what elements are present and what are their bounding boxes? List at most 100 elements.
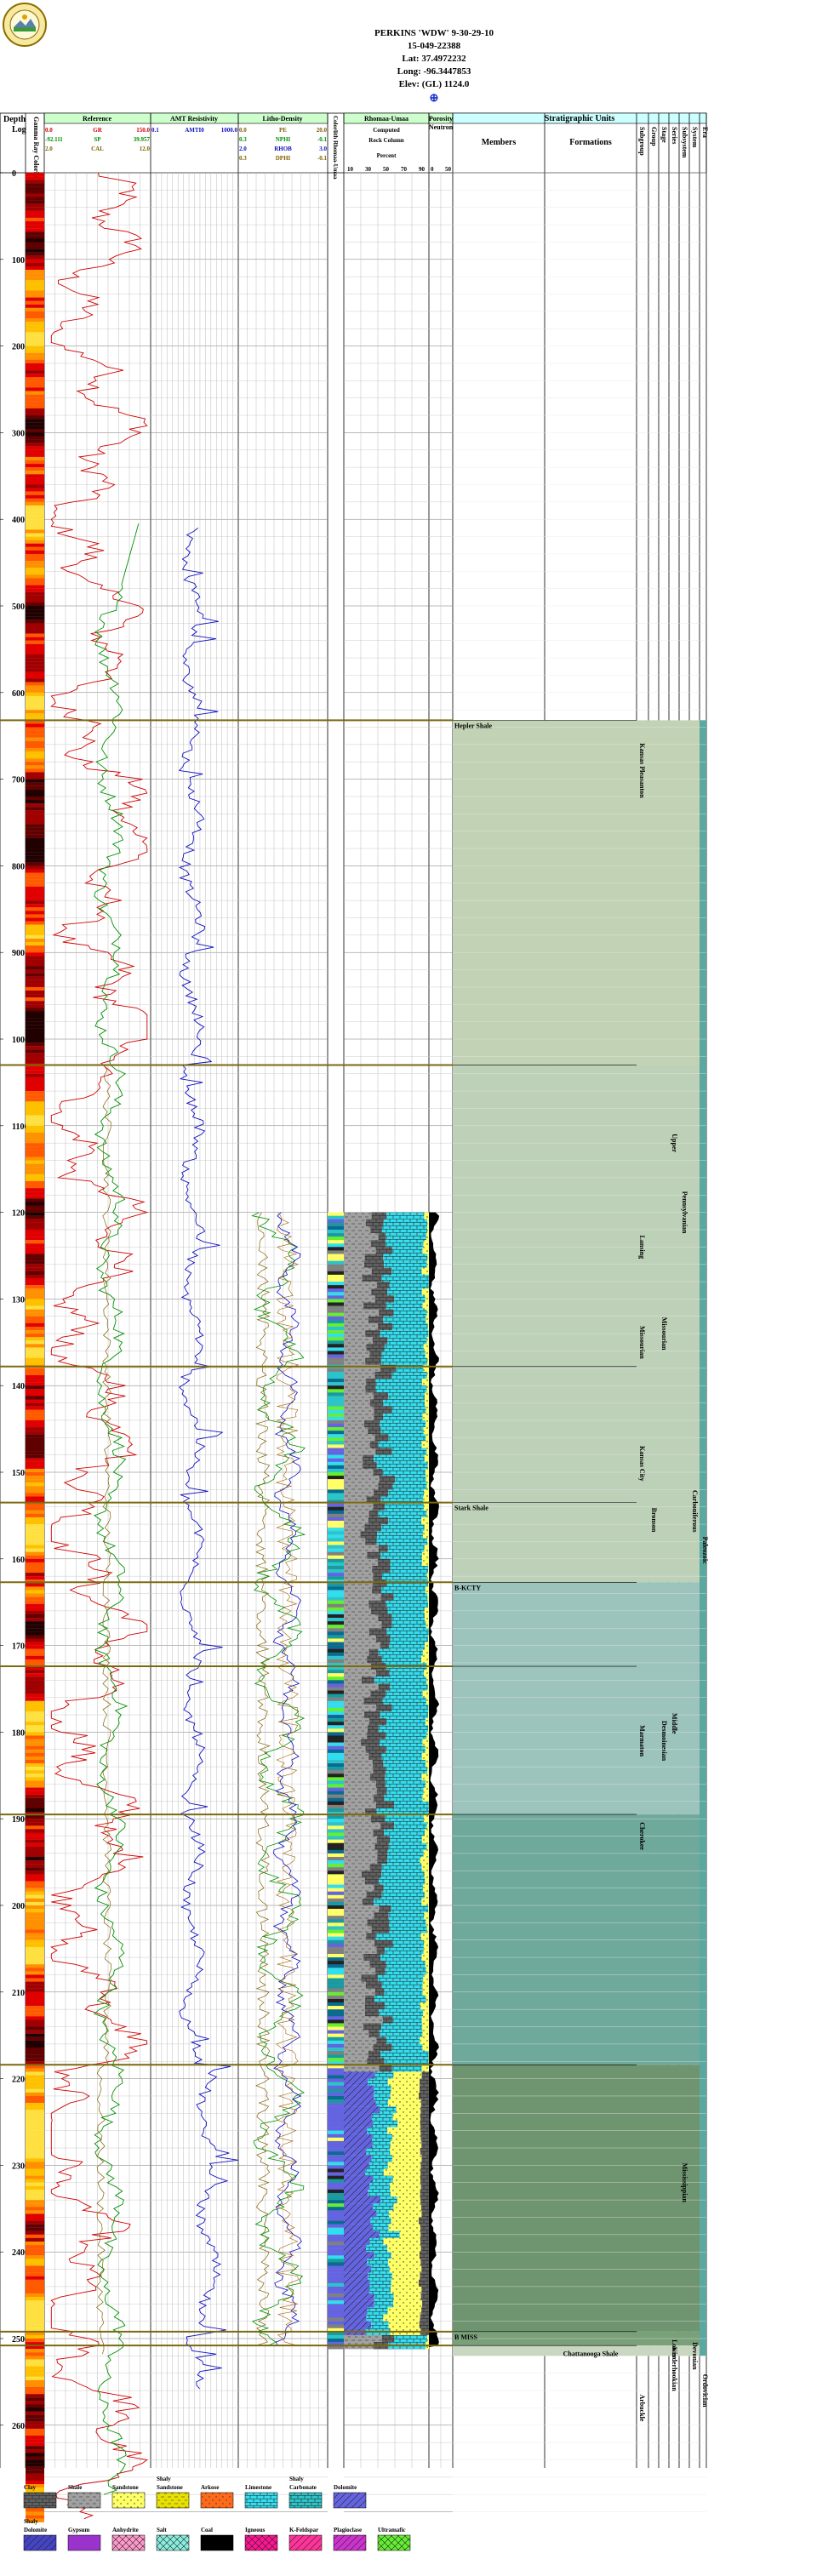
rock-column-segment — [421, 2140, 429, 2149]
rock-column-segment — [344, 1565, 373, 1574]
colorlith-rhomaa-band — [328, 2009, 344, 2013]
gamma-colorlith-band — [26, 2140, 44, 2145]
rock-column-segment — [387, 2245, 421, 2253]
gamma-colorlith-band — [26, 1277, 44, 1282]
gamma-colorlith-band — [26, 221, 44, 226]
colorlith-rhomaa-band — [328, 1825, 344, 1830]
gamma-colorlith-band — [26, 1260, 44, 1265]
gamma-colorlith-band — [26, 1524, 44, 1528]
gamma-colorlith-band — [26, 1767, 44, 1771]
gamma-colorlith-band — [26, 404, 44, 409]
litho-scale-right: 3.0 — [319, 146, 327, 152]
gamma-colorlith-band — [26, 1815, 44, 1819]
colorlith-rhomaa-band — [328, 1964, 344, 1968]
strat-zone — [453, 1582, 706, 1815]
rock-column-segment — [425, 1614, 429, 1622]
rock-column-segment — [427, 1357, 429, 1365]
rock-column-segment — [381, 1891, 425, 1899]
gamma-colorlith-band — [26, 2078, 44, 2082]
rock-column-segment — [420, 2099, 429, 2107]
rock-column-segment — [361, 1676, 374, 1684]
gamma-colorlith-band — [26, 1968, 44, 1972]
gamma-colorlith-band — [26, 1715, 44, 1719]
colorlith-rhomaa-band — [328, 1978, 344, 1982]
gamma-colorlith-band — [26, 956, 44, 960]
gamma-colorlith-band — [26, 1631, 44, 1636]
legend-swatch — [333, 2492, 367, 2509]
gamma-colorlith-band — [26, 699, 44, 704]
rock-column-segment — [376, 1787, 387, 1795]
colorlith-rhomaa-band — [328, 1461, 344, 1466]
rock-column-segment — [344, 1968, 376, 1975]
rock-column-segment — [344, 1926, 372, 1933]
rock-column-segment — [375, 1385, 427, 1393]
rock-column-segment — [344, 2051, 368, 2059]
gamma-colorlith-band — [26, 2463, 44, 2467]
rock-column-segment — [424, 1545, 429, 1552]
gamma-colorlith-band — [26, 332, 44, 336]
colorlith-rhomaa-band — [328, 2210, 344, 2214]
rock-column-segment — [381, 1621, 392, 1629]
rock-column-segment — [383, 2168, 421, 2176]
rock-column-segment — [361, 1974, 378, 1982]
gamma-colorlith-band — [26, 419, 44, 423]
gamma-colorlith-band — [26, 928, 44, 932]
colorlith-rhomaa-band — [328, 1340, 344, 1345]
gamma-colorlith-band — [26, 1513, 44, 1518]
rock-column-segment — [344, 2245, 367, 2253]
colorlith-rhomaa-band — [328, 1631, 344, 1636]
rock-column-segment — [344, 1454, 363, 1462]
rock-column-segment — [423, 1884, 429, 1892]
gamma-colorlith-band — [26, 1094, 44, 1099]
rock-column-segment — [420, 2085, 429, 2093]
rock-column-segment — [344, 1946, 377, 1955]
colorlith-rhomaa-band — [328, 1891, 344, 1896]
gamma-colorlith-band — [26, 1867, 44, 1871]
gamma-colorlith-band — [26, 1001, 44, 1005]
gamma-colorlith-band — [26, 1468, 44, 1473]
colorlith-rhomaa-band — [328, 1521, 344, 1525]
gamma-colorlith-band — [26, 1409, 44, 1414]
gamma-colorlith-band — [26, 1396, 44, 1400]
gamma-colorlith-band — [26, 969, 44, 974]
rock-column-segment — [363, 1697, 383, 1705]
colorlith-rhomaa-band — [328, 1406, 344, 1410]
colorlith-rhomaa-band — [328, 1680, 344, 1684]
gamma-colorlith-band — [26, 1379, 44, 1383]
gamma-colorlith-band — [26, 287, 44, 291]
colorlith-rhomaa-band — [328, 2276, 344, 2281]
gamma-colorlith-band — [26, 862, 44, 866]
gamma-colorlith-band — [26, 2023, 44, 2027]
gamma-colorlith-band — [26, 1939, 44, 1944]
rock-column-segment — [362, 1274, 382, 1282]
colorlith-rhomaa-band — [328, 2137, 344, 2142]
gamma-colorlith-band — [26, 1441, 44, 1445]
gamma-colorlith-band — [26, 352, 44, 357]
gamma-colorlith-band — [26, 2179, 44, 2183]
colorlith-rhomaa-band — [328, 2075, 344, 2079]
gamma-colorlith-band — [26, 900, 44, 905]
rock-column-segment — [426, 1406, 429, 1414]
rock-column-segment — [427, 1225, 429, 1234]
gamma-colorlith-band — [26, 501, 44, 506]
gamma-colorlith-band — [26, 2289, 44, 2294]
rock-column-segment — [390, 1558, 422, 1567]
rock-column-segment — [426, 1697, 429, 1705]
rock-column-segment — [344, 2009, 365, 2017]
gamma-colorlith-band — [26, 533, 44, 537]
colorlith-rhomaa-band — [328, 1607, 344, 1612]
reference-scale-left: 0.0 — [45, 127, 53, 134]
gamma-colorlith-band — [26, 1621, 44, 1625]
gamma-colorlith-band — [26, 1981, 44, 1985]
rock-column-segment — [344, 1739, 362, 1746]
gamma-colorlith-band — [26, 665, 44, 669]
legend-label: Shaly — [289, 2476, 304, 2482]
rock-column-segment — [425, 1351, 429, 1358]
depth-tick-label: 200 — [12, 343, 25, 352]
gamma-colorlith-band — [26, 1801, 44, 1806]
gamma-colorlith-band — [26, 1777, 44, 1781]
rock-column-segment — [391, 2252, 420, 2259]
colorlith-rhomaa-band — [328, 1316, 344, 1321]
rock-column-segment — [367, 2307, 388, 2315]
gamma-colorlith-band — [26, 837, 44, 842]
